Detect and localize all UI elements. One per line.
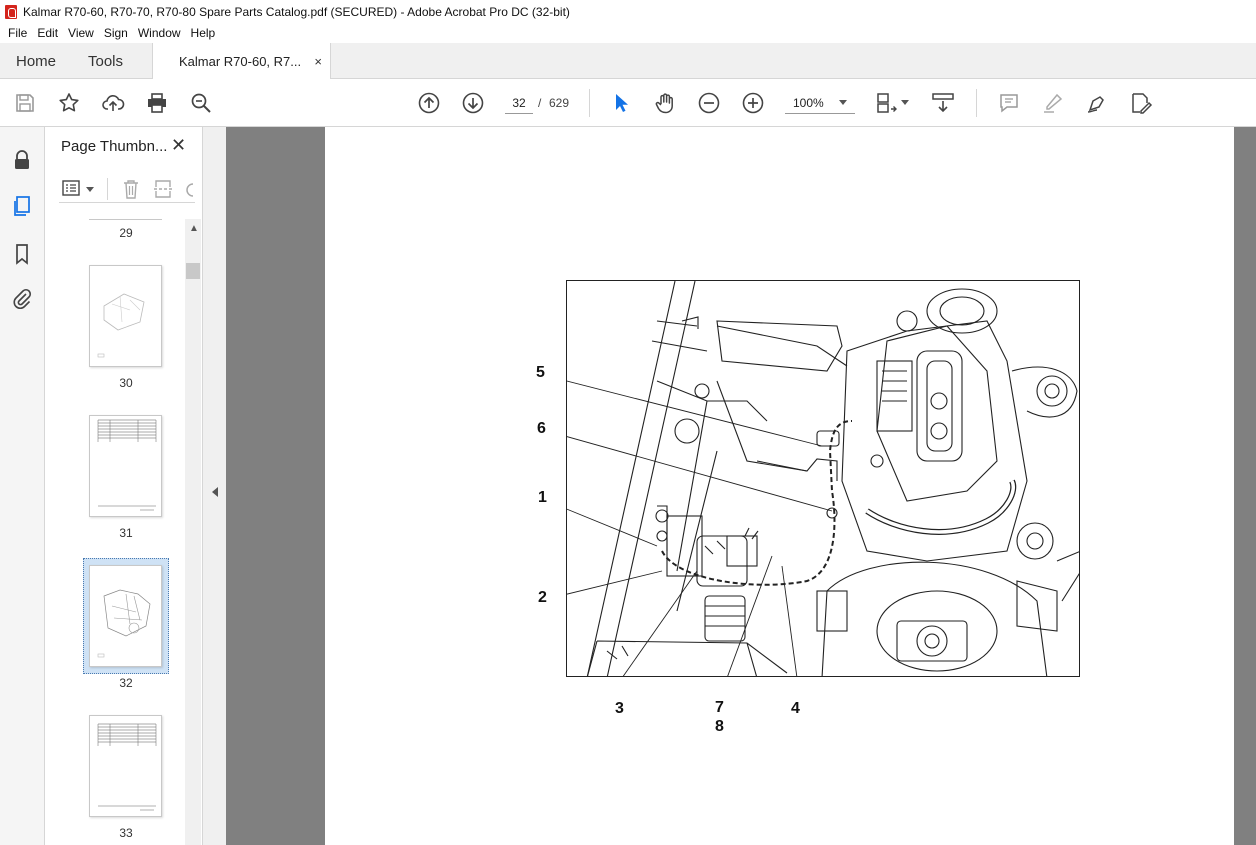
zoom-search-icon[interactable] (189, 91, 213, 115)
page-thumbnails-icon[interactable] (11, 195, 33, 217)
thumbnails-scrollbar[interactable]: ▲ (185, 219, 201, 845)
highlight-pen-icon[interactable] (1041, 91, 1065, 115)
thumbnail-label-32: 32 (119, 676, 133, 690)
upload-cloud-icon[interactable] (101, 91, 125, 115)
lock-icon[interactable] (11, 149, 33, 171)
engine-illustration (566, 280, 1080, 677)
thumbnail-page-31[interactable] (89, 415, 162, 517)
thumbnail-table (97, 723, 157, 811)
window-title: Kalmar R70-60, R70-70, R70-80 Spare Part… (23, 4, 570, 19)
draw-sign-icon[interactable] (1085, 91, 1109, 115)
close-tab-icon[interactable]: × (314, 54, 322, 69)
previous-page-icon[interactable] (417, 91, 441, 115)
menu-window[interactable]: Window (133, 26, 186, 40)
thumbnail-edge (89, 219, 162, 220)
chevron-down-icon[interactable] (86, 187, 94, 192)
tab-document[interactable]: Kalmar R70-60, R7... × (152, 43, 331, 80)
chevron-down-icon[interactable] (901, 100, 909, 105)
fill-sign-icon[interactable] (1129, 91, 1153, 115)
callout-8: 8 (715, 718, 724, 735)
callout-6: 6 (537, 420, 546, 437)
page-thumbnails-panel: Page Thumbn... ✕ ▲ 29 30 31 32 33 (45, 127, 203, 845)
title-bar: Kalmar R70-60, R70-70, R70-80 Spare Part… (0, 0, 1256, 23)
tab-home[interactable]: Home (16, 53, 56, 70)
bookmark-icon[interactable] (11, 243, 33, 265)
callout-7: 7 (715, 699, 724, 716)
scroll-mode-icon[interactable] (931, 91, 955, 115)
next-page-icon[interactable] (461, 91, 485, 115)
callout-2: 2 (538, 589, 547, 606)
thumbnail-page-32[interactable] (89, 565, 162, 667)
attachment-icon[interactable] (11, 288, 33, 310)
tab-bar: Home Tools Kalmar R70-60, R7... × (0, 43, 1256, 80)
menu-edit[interactable]: Edit (32, 26, 63, 40)
page-fit-icon[interactable] (875, 91, 899, 115)
menu-sign[interactable]: Sign (99, 26, 133, 40)
collapse-panel-icon[interactable] (212, 487, 218, 497)
callout-3: 3 (615, 700, 624, 717)
callout-5: 5 (536, 364, 545, 381)
hand-tool-icon[interactable] (653, 91, 677, 115)
engine-line-drawing (567, 281, 1079, 676)
menu-help[interactable]: Help (186, 26, 221, 40)
document-view[interactable]: 5 6 1 2 3 7 8 4 (226, 127, 1256, 845)
panel-title: Page Thumbn... (61, 138, 168, 155)
chevron-down-icon[interactable] (839, 100, 847, 105)
close-panel-icon[interactable]: ✕ (171, 135, 186, 156)
print-icon[interactable] (145, 91, 169, 115)
select-cursor-icon[interactable] (609, 91, 633, 115)
zoom-out-icon[interactable] (697, 91, 721, 115)
total-pages: 629 (549, 96, 570, 110)
delete-page-icon[interactable] (121, 178, 141, 200)
zoom-in-icon[interactable] (741, 91, 765, 115)
acrobat-app-icon (5, 4, 17, 19)
thumbnail-table (97, 419, 157, 511)
tab-tools[interactable]: Tools (88, 53, 123, 70)
divider (107, 178, 108, 200)
thumbnail-page-30[interactable] (89, 265, 162, 367)
menu-file[interactable]: File (3, 26, 32, 40)
rotate-page-icon[interactable] (183, 178, 195, 200)
main-toolbar: 32 / 629 100% (0, 79, 1256, 127)
page-separator: / (538, 96, 542, 110)
scroll-up-icon[interactable]: ▲ (189, 223, 199, 234)
thumbnail-label-30: 30 (119, 376, 133, 390)
left-rail (0, 127, 45, 845)
thumbnail-label-33: 33 (119, 826, 133, 840)
menu-view[interactable]: View (63, 26, 99, 40)
star-icon[interactable] (57, 91, 81, 115)
scrollbar-thumb[interactable] (186, 263, 200, 279)
thumbnail-page-33[interactable] (89, 715, 162, 817)
thumbnail-label-29: 29 (119, 226, 133, 240)
comment-icon[interactable] (997, 91, 1021, 115)
pdf-page: 5 6 1 2 3 7 8 4 (325, 127, 1234, 845)
extract-pages-icon[interactable] (153, 178, 173, 200)
toolbar-divider (589, 89, 590, 117)
menu-bar: File Edit View Sign Window Help (0, 23, 1256, 43)
thumbnail-label-31: 31 (119, 526, 133, 540)
panel-splitter[interactable] (203, 127, 226, 845)
callout-1: 1 (538, 489, 547, 506)
options-menu-icon[interactable] (62, 179, 82, 197)
page-number-input[interactable]: 32 (505, 92, 533, 114)
thumbnail-engine-drawing (97, 589, 151, 658)
callout-4: 4 (791, 700, 800, 717)
thumbnail-drawing (97, 293, 145, 358)
toolbar-divider (976, 89, 977, 117)
save-icon[interactable] (13, 91, 37, 115)
document-tab-label: Kalmar R70-60, R7... (179, 54, 302, 69)
thumbnail-toolbar (59, 175, 195, 203)
